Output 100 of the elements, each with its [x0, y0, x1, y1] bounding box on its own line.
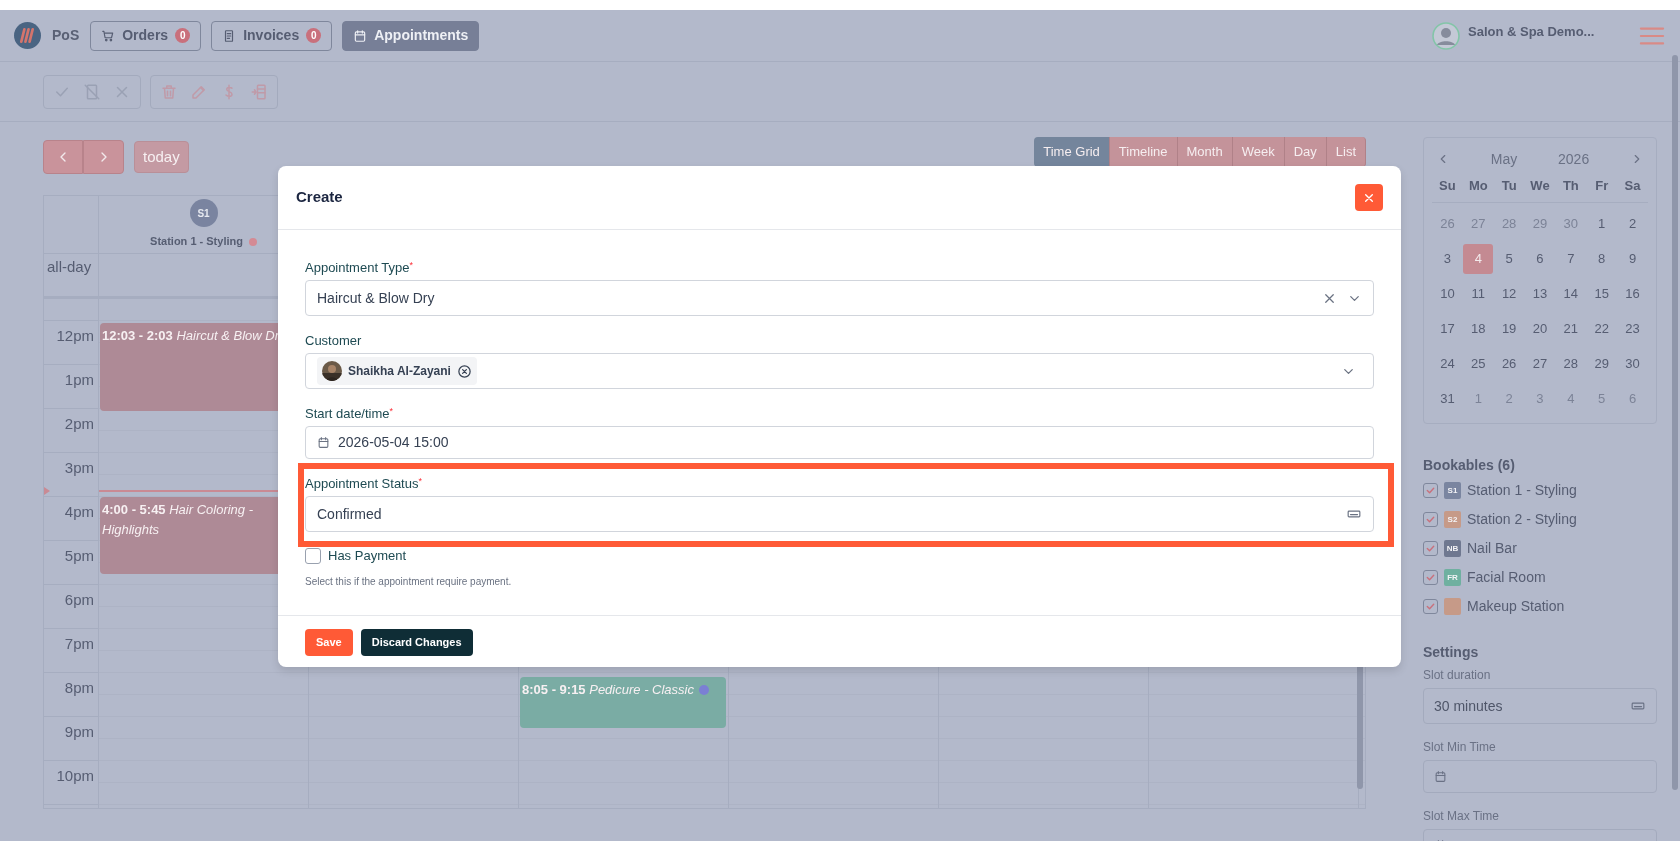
select-field[interactable]: 30 minutes [1423, 688, 1657, 724]
time-label: 2pm [64, 414, 94, 431]
bookable-name: Makeup Station [1467, 597, 1565, 616]
calendar-day[interactable]: 25 [1463, 349, 1494, 379]
check-icon [1425, 572, 1436, 583]
bookable-name: Facial Room [1467, 568, 1546, 587]
resource-badge: S1 [1444, 482, 1461, 499]
check-icon [1425, 514, 1436, 525]
checkbox[interactable] [1423, 570, 1438, 585]
calendar-day[interactable]: 14 [1555, 279, 1586, 309]
field-label: Customer [305, 333, 363, 349]
cart-icon [101, 28, 116, 43]
checkbox[interactable] [305, 548, 321, 564]
view-tab[interactable]: Timeline [1109, 137, 1178, 167]
calendar-day[interactable]: 1 [1586, 209, 1617, 239]
calendar-day[interactable]: 17 [1432, 314, 1463, 344]
select-value: Haircut & Blow Dry [317, 288, 436, 308]
view-tab[interactable]: Week [1232, 137, 1285, 167]
calendar-day[interactable]: 22 [1586, 314, 1617, 344]
calendar-day[interactable]: 6 [1525, 244, 1555, 274]
remove-icon[interactable] [456, 363, 472, 379]
event-label: 8:05 - 9:15 Pedicure - Classic [522, 681, 694, 699]
check-icon [1425, 543, 1436, 554]
calendar-day[interactable]: 8 [1586, 244, 1617, 274]
previous-button[interactable] [43, 140, 83, 174]
bookable-name: Station 1 - Styling [1467, 481, 1577, 500]
next-button[interactable] [83, 140, 124, 174]
nav-tab[interactable]: Appointments [342, 20, 480, 51]
resource-badge: FR [1444, 569, 1461, 586]
field-label: Appointment Type$^{*}$ [305, 260, 415, 276]
weekday-label: Fr [1594, 177, 1610, 195]
save-button[interactable]: Save [305, 629, 353, 656]
view-tab[interactable]: Time Grid [1034, 137, 1110, 167]
weekday-label: Tu [1500, 177, 1518, 195]
weekday-label: Sa [1623, 177, 1642, 195]
calendar-icon [353, 28, 368, 43]
calendar-day[interactable]: 4 [1463, 244, 1494, 274]
view-tab[interactable]: Month [1177, 137, 1233, 167]
checkbox-label: Has Payment [328, 548, 407, 564]
calendar-day[interactable]: 28 [1555, 349, 1586, 379]
multi-select-field[interactable]: Shaikha Al-Zayani [305, 353, 1374, 389]
field-label: Start date/time$^{*}$ [305, 406, 395, 422]
calendar-day[interactable]: 21 [1555, 314, 1586, 344]
calendar-day[interactable]: 9 [1617, 244, 1648, 274]
nav-tab[interactable]: Invoices 0 [211, 20, 333, 51]
account-name: Salon & Spa Demo... [1468, 23, 1596, 41]
today-button[interactable]: today [134, 141, 189, 173]
resource-name: Station 1 - Styling [150, 234, 243, 250]
view-tab[interactable]: List [1326, 137, 1366, 167]
calendar-day[interactable]: 24 [1432, 349, 1463, 379]
section-title: Bookables (6) [1423, 456, 1516, 475]
calendar-day[interactable]: 15 [1586, 279, 1617, 309]
calendar-day[interactable]: 27 [1525, 349, 1555, 379]
calendar-day[interactable]: 19 [1494, 314, 1525, 344]
calendar-day[interactable]: 2 [1617, 209, 1648, 239]
nav-tab[interactable]: Orders 0 [90, 20, 202, 51]
calendar-day[interactable]: 11 [1463, 279, 1494, 309]
calendar-day[interactable]: 16 [1617, 279, 1648, 309]
calendar-day[interactable]: 12 [1494, 279, 1525, 309]
calendar-day[interactable]: 7 [1555, 244, 1586, 274]
checkbox[interactable] [1423, 599, 1438, 614]
calendar-day[interactable]: 29 [1586, 349, 1617, 379]
checkbox[interactable] [1423, 512, 1438, 527]
resource-avatar: S1 [189, 199, 218, 228]
calendar-day[interactable]: 3 [1432, 244, 1463, 274]
resource-badge: S2 [1444, 511, 1461, 528]
brand-name: PoS [52, 26, 80, 45]
select-field[interactable]: Confirmed [305, 496, 1374, 532]
chip-label: Shaikha Al-Zayani [348, 363, 451, 380]
view-tab[interactable]: Day [1284, 137, 1327, 167]
calendar-day[interactable]: 26 [1494, 349, 1525, 379]
calendar-day[interactable]: 18 [1463, 314, 1494, 344]
date-field[interactable]: 2026-05-04 15:00 [305, 426, 1374, 459]
select-field[interactable]: Haircut & Blow Dry [305, 280, 1374, 316]
discard-button[interactable]: Discard Changes [360, 629, 473, 656]
event-card[interactable]: 8:05 - 9:15 Pedicure - Classic [520, 677, 726, 728]
checkbox[interactable] [1423, 483, 1438, 498]
close-button[interactable] [1355, 184, 1383, 211]
logo-icon [14, 22, 41, 49]
avatar-icon [1432, 21, 1460, 50]
calendar-day[interactable]: 10 [1432, 279, 1463, 309]
select-value: 30 minutes [1434, 696, 1503, 716]
calendar-day[interactable]: 23 [1617, 314, 1648, 344]
date-value: 2026-05-04 15:00 [338, 433, 449, 452]
month-label: May [1490, 149, 1518, 169]
weekday-label: Mo [1467, 177, 1489, 195]
calendar-day[interactable]: 13 [1525, 279, 1555, 309]
calendar-day[interactable]: 31 [1432, 384, 1463, 414]
event-label: 12:03 - 2:03 Haircut & Blow Dr [102, 327, 280, 345]
calendar-day[interactable]: 20 [1525, 314, 1555, 344]
customer-chip[interactable]: Shaikha Al-Zayani [317, 357, 477, 385]
trash-icon [160, 82, 178, 101]
calendar-day[interactable]: 30 [1617, 349, 1648, 379]
keyboard-icon [1630, 699, 1646, 713]
time-field[interactable] [1423, 760, 1657, 793]
select-value: Confirmed [317, 504, 383, 524]
scrollbar[interactable] [1672, 55, 1678, 790]
calendar-day[interactable]: 5 [1494, 244, 1525, 274]
event-label: 4:00 - 5:45 Hair Coloring - Highlights [102, 501, 254, 539]
checkbox[interactable] [1423, 541, 1438, 556]
